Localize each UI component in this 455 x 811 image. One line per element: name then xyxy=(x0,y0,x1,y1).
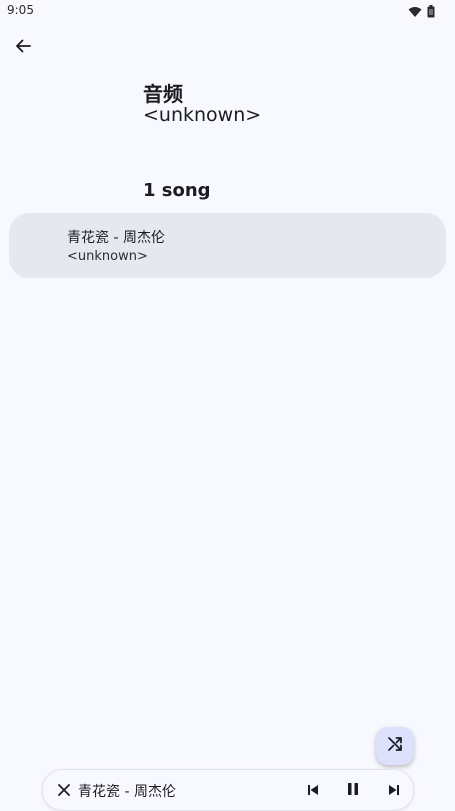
song-count: 1 song xyxy=(143,180,211,201)
skip-previous-button[interactable] xyxy=(303,780,323,800)
arrow-left-icon xyxy=(14,37,32,59)
pause-button[interactable] xyxy=(343,780,363,800)
album-title: 音频 xyxy=(143,82,183,106)
close-icon xyxy=(58,781,70,800)
mini-player-title: 青花瓷 - 周杰伦 xyxy=(78,784,176,800)
back-button[interactable] xyxy=(11,36,35,60)
album-artist: <unknown> xyxy=(143,104,262,126)
pause-icon xyxy=(347,781,359,800)
song-artist: <unknown> xyxy=(67,249,148,264)
shuffle-icon xyxy=(386,735,404,757)
status-bar: 9:05 xyxy=(0,0,455,22)
skip-next-icon xyxy=(388,781,400,800)
battery-icon xyxy=(427,3,435,22)
skip-previous-icon xyxy=(307,781,319,800)
mini-player-close-button[interactable] xyxy=(55,781,73,799)
song-title: 青花瓷 - 周杰伦 xyxy=(67,230,165,246)
skip-next-button[interactable] xyxy=(384,780,404,800)
wifi-icon xyxy=(408,3,422,22)
shuffle-button[interactable] xyxy=(376,727,414,765)
status-icons xyxy=(408,3,435,22)
song-list-item[interactable]: 青花瓷 - 周杰伦 <unknown> xyxy=(9,213,446,278)
status-time: 9:05 xyxy=(7,3,34,17)
mini-player[interactable]: 青花瓷 - 周杰伦 xyxy=(42,769,414,811)
